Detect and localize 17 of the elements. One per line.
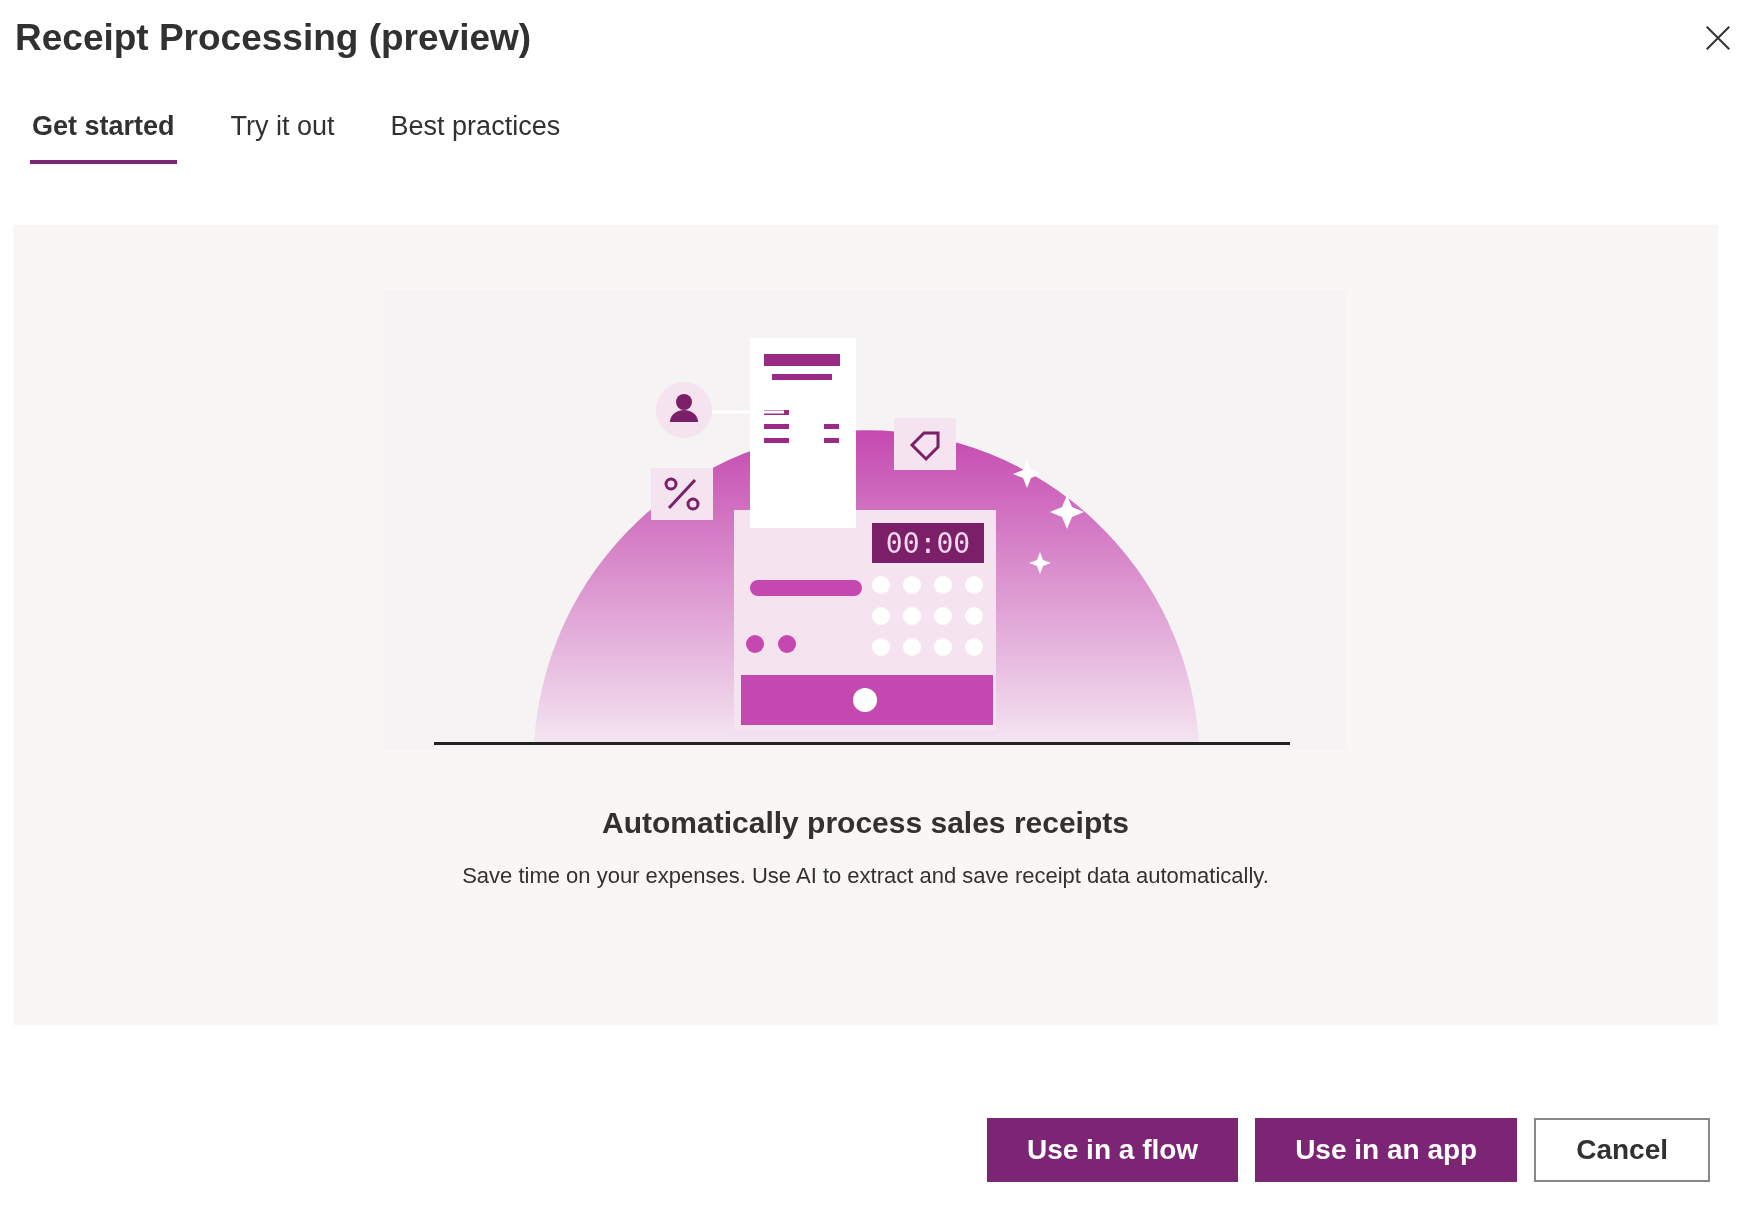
- action-button[interactable]: Cancel: [1534, 1118, 1710, 1182]
- dialog-title: Receipt Processing (preview): [15, 16, 532, 60]
- heading: Automatically process sales receipts: [602, 805, 1129, 841]
- timer-display-text: 00:00: [885, 527, 971, 560]
- sparkle-icon: [1013, 460, 1041, 488]
- connector-line: [712, 410, 784, 414]
- action-button[interactable]: Use in a flow: [986, 1118, 1239, 1182]
- tab[interactable]: Get started: [30, 105, 177, 164]
- tag-icon: [894, 418, 956, 470]
- action-button[interactable]: Use in an app: [1255, 1118, 1518, 1182]
- sparkle-icon: [1029, 552, 1051, 574]
- tab[interactable]: Best practices: [388, 105, 563, 164]
- sparkle-icon: [1050, 495, 1084, 529]
- percent-icon: [651, 468, 713, 520]
- person-icon: [656, 382, 712, 438]
- description: Save time on your expenses. Use AI to extract and save receipt data automatically.: [462, 862, 1269, 890]
- tab[interactable]: Try it out: [228, 105, 337, 164]
